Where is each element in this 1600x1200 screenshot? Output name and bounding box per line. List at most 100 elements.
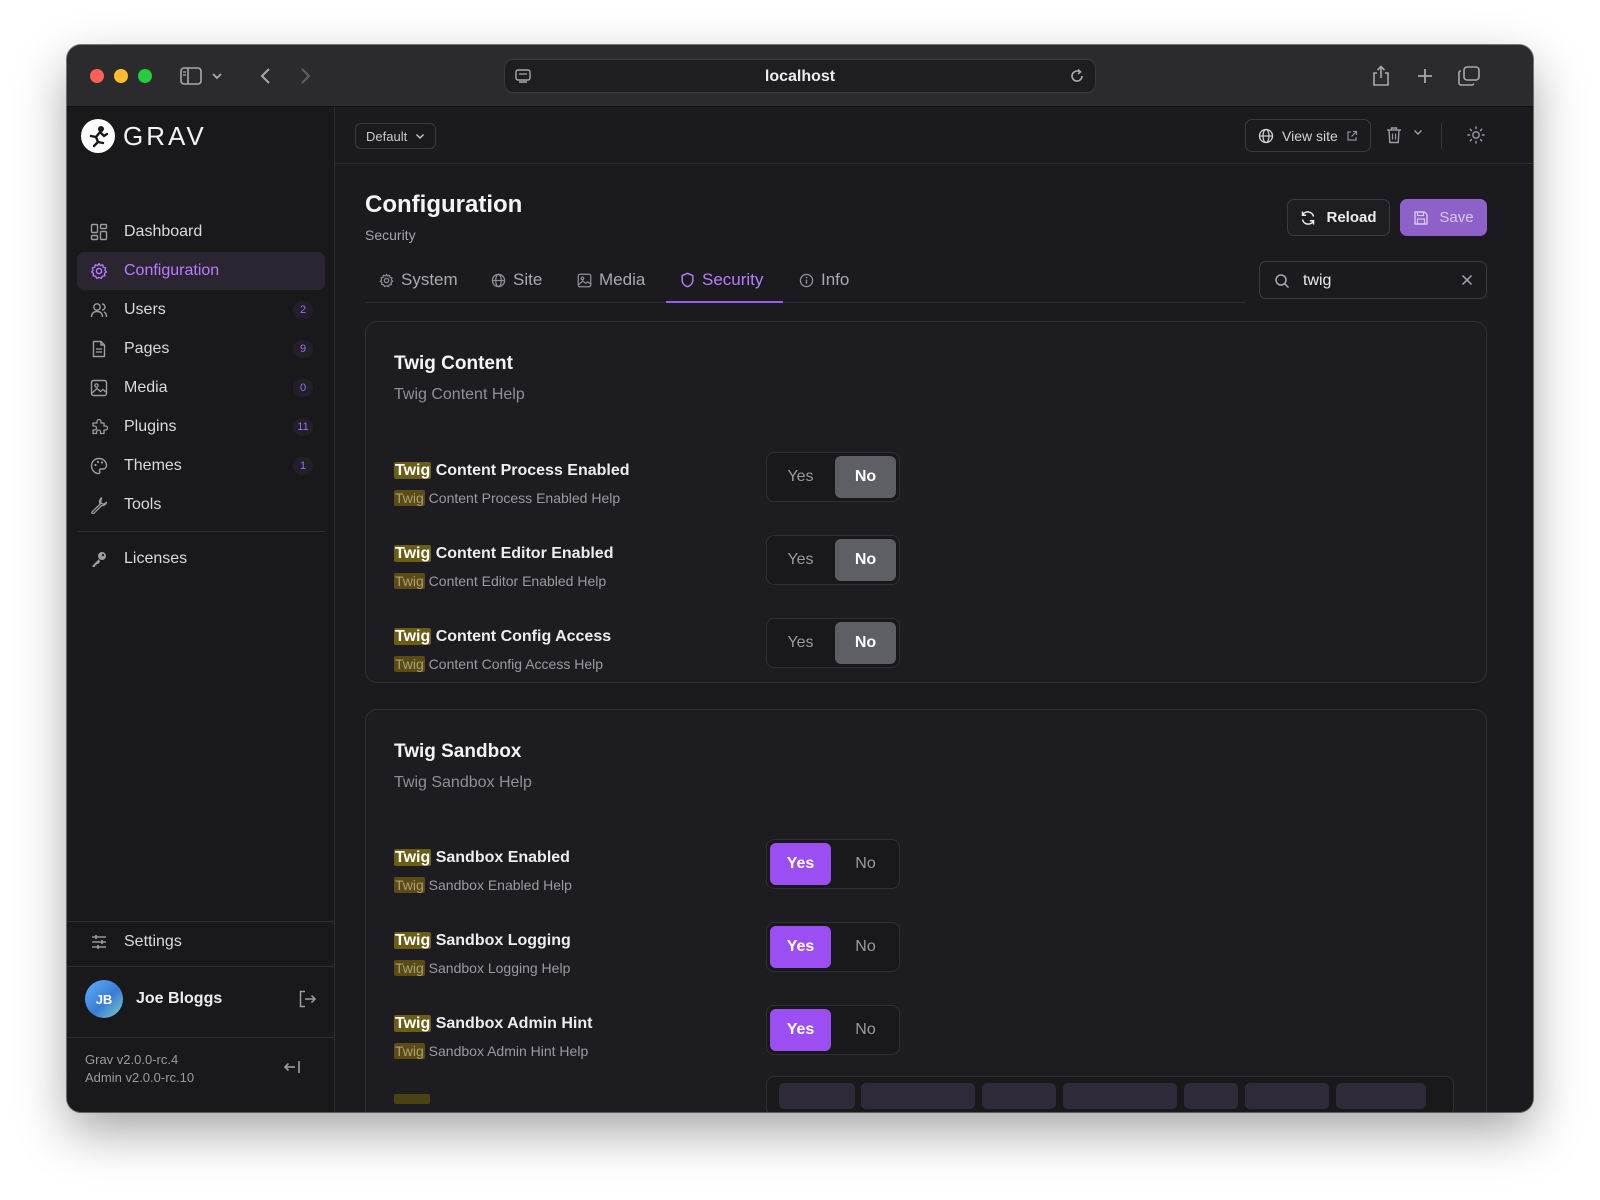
config-tabs: System Site Media Security Info xyxy=(365,257,1245,303)
save-button[interactable]: Save xyxy=(1400,199,1487,236)
view-site-button[interactable]: View site xyxy=(1245,119,1371,152)
sidebar-item-tools[interactable]: Tools xyxy=(77,486,325,524)
tag-chip[interactable] xyxy=(1063,1083,1177,1109)
user-profile[interactable]: JB Joe Bloggs xyxy=(85,979,317,1019)
search-highlight: Twig xyxy=(394,932,432,949)
tab-overview-icon[interactable] xyxy=(1455,63,1483,89)
section-title: Twig Content xyxy=(394,353,513,374)
toggle-no-option[interactable]: No xyxy=(835,843,896,885)
sliders-icon xyxy=(89,932,109,952)
search-highlight: Twig xyxy=(394,628,432,645)
search-value[interactable]: twig xyxy=(1303,272,1331,290)
field-help-text: Sandbox Admin Hint Help xyxy=(424,1043,589,1059)
field-help-text: Content Config Access Help xyxy=(424,656,604,672)
search-input[interactable]: twig xyxy=(1259,261,1487,299)
chevron-down-icon[interactable] xyxy=(209,63,225,89)
field-label: Twig Content Editor Enabled xyxy=(394,545,613,563)
back-icon[interactable] xyxy=(251,63,279,89)
section-title: Twig Sandbox xyxy=(394,741,522,762)
close-window-button[interactable] xyxy=(90,69,104,83)
address-bar[interactable]: localhost xyxy=(504,59,1096,93)
avatar[interactable]: JB xyxy=(85,980,123,1018)
tab-security[interactable]: Security xyxy=(680,257,763,303)
tag-chip[interactable] xyxy=(982,1083,1056,1109)
field-label-text: Sandbox Enabled xyxy=(431,849,570,866)
sidebar-item-media[interactable]: Media 0 xyxy=(77,369,325,407)
trash-icon[interactable] xyxy=(1386,126,1402,144)
toggle-yes-option[interactable]: Yes xyxy=(770,926,831,968)
field-twig-sandbox-enabled: Twig Sandbox Enabled Twig Sandbox Enable… xyxy=(394,839,1454,899)
sidebar-bottom-divider xyxy=(67,921,335,922)
tag-chip[interactable] xyxy=(779,1083,855,1109)
toggle-no-option[interactable]: No xyxy=(835,1009,896,1051)
toggle-yes-option[interactable]: Yes xyxy=(770,456,831,498)
sidebar-item-settings[interactable]: Settings xyxy=(77,923,325,961)
toggle-no-option[interactable]: No xyxy=(835,539,896,581)
forward-icon[interactable] xyxy=(292,63,320,89)
sidebar-item-themes[interactable]: Themes 1 xyxy=(77,447,325,485)
tab-site[interactable]: Site xyxy=(491,257,542,303)
active-tab-indicator xyxy=(666,301,783,303)
sidebar-item-configuration[interactable]: Configuration xyxy=(77,252,325,290)
user-name: Joe Bloggs xyxy=(136,990,223,1007)
field-help: Twig Content Config Access Help xyxy=(394,656,603,672)
logo-text: GRAV xyxy=(123,120,207,151)
search-highlight: Twig xyxy=(394,656,425,672)
clear-search-icon[interactable] xyxy=(1460,273,1474,287)
maximize-window-button[interactable] xyxy=(138,69,152,83)
toggle-yes-option[interactable]: Yes xyxy=(770,1009,831,1051)
search-highlight: Twig xyxy=(394,960,425,976)
theme-toggle-sun-icon[interactable] xyxy=(1467,126,1485,144)
tag-chip[interactable] xyxy=(1184,1083,1238,1109)
sidebar-item-users[interactable]: Users 2 xyxy=(77,291,325,329)
share-icon[interactable] xyxy=(1367,63,1395,89)
admin-version: Admin v2.0.0-rc.10 xyxy=(85,1070,195,1085)
tag-list-field[interactable] xyxy=(766,1076,1454,1112)
collapse-sidebar-icon[interactable] xyxy=(283,1059,301,1075)
toggle-yes-option[interactable]: Yes xyxy=(770,843,831,885)
tab-media[interactable]: Media xyxy=(577,257,645,303)
sidebar-item-label: Media xyxy=(124,379,168,396)
sidebar-item-dashboard[interactable]: Dashboard xyxy=(77,213,325,251)
view-site-label: View site xyxy=(1282,127,1338,144)
grav-version: Grav v2.0.0-rc.4 xyxy=(85,1052,179,1067)
toggle-no-option[interactable]: No xyxy=(835,926,896,968)
reload-page-icon[interactable] xyxy=(1069,68,1085,84)
sidebar-item-pages[interactable]: Pages 9 xyxy=(77,330,325,368)
tab-system[interactable]: System xyxy=(379,257,458,303)
yes-no-toggle: Yes No xyxy=(766,839,900,889)
sidebar-item-plugins[interactable]: Plugins 11 xyxy=(77,408,325,446)
users-count-badge: 2 xyxy=(293,301,313,319)
logout-icon[interactable] xyxy=(297,989,317,1009)
new-tab-icon[interactable] xyxy=(1411,63,1439,89)
sidebar-toggle-icon[interactable] xyxy=(177,63,205,89)
yes-no-toggle: Yes No xyxy=(766,452,900,502)
reload-button[interactable]: Reload xyxy=(1287,199,1390,236)
environment-select[interactable]: Default xyxy=(355,123,437,149)
sidebar-item-licenses[interactable]: Licenses xyxy=(77,540,325,578)
page-title: Configuration xyxy=(365,191,523,218)
chevron-down-icon xyxy=(415,133,425,140)
field-label: Twig Sandbox Logging xyxy=(394,932,571,950)
minimize-window-button[interactable] xyxy=(114,69,128,83)
toggle-no-option[interactable]: No xyxy=(835,456,896,498)
search-highlight: Twig xyxy=(394,490,425,506)
field-help: Twig Sandbox Enabled Help xyxy=(394,877,572,893)
sidebar: GRAV Dashboard Configuration Users 2 Pag… xyxy=(67,107,335,1112)
tag-chip[interactable] xyxy=(861,1083,975,1109)
grav-logo[interactable]: GRAV xyxy=(81,119,207,153)
tag-chip[interactable] xyxy=(1245,1083,1329,1109)
external-link-icon xyxy=(1346,130,1358,142)
tag-chip[interactable] xyxy=(1336,1083,1426,1109)
toggle-no-option[interactable]: No xyxy=(835,622,896,664)
field-label-text: Sandbox Logging xyxy=(431,932,571,949)
tab-info[interactable]: Info xyxy=(799,257,849,303)
search-highlight-partial xyxy=(394,1094,430,1104)
cache-menu-chevron-icon[interactable] xyxy=(1413,129,1423,136)
toggle-yes-option[interactable]: Yes xyxy=(770,622,831,664)
search-highlight: Twig xyxy=(394,545,432,562)
field-label: Twig Sandbox Enabled xyxy=(394,849,570,867)
sidebar-item-label: Themes xyxy=(124,457,182,474)
section-twig-sandbox: Twig Sandbox Twig Sandbox Help Twig Sand… xyxy=(365,709,1487,1112)
toggle-yes-option[interactable]: Yes xyxy=(770,539,831,581)
